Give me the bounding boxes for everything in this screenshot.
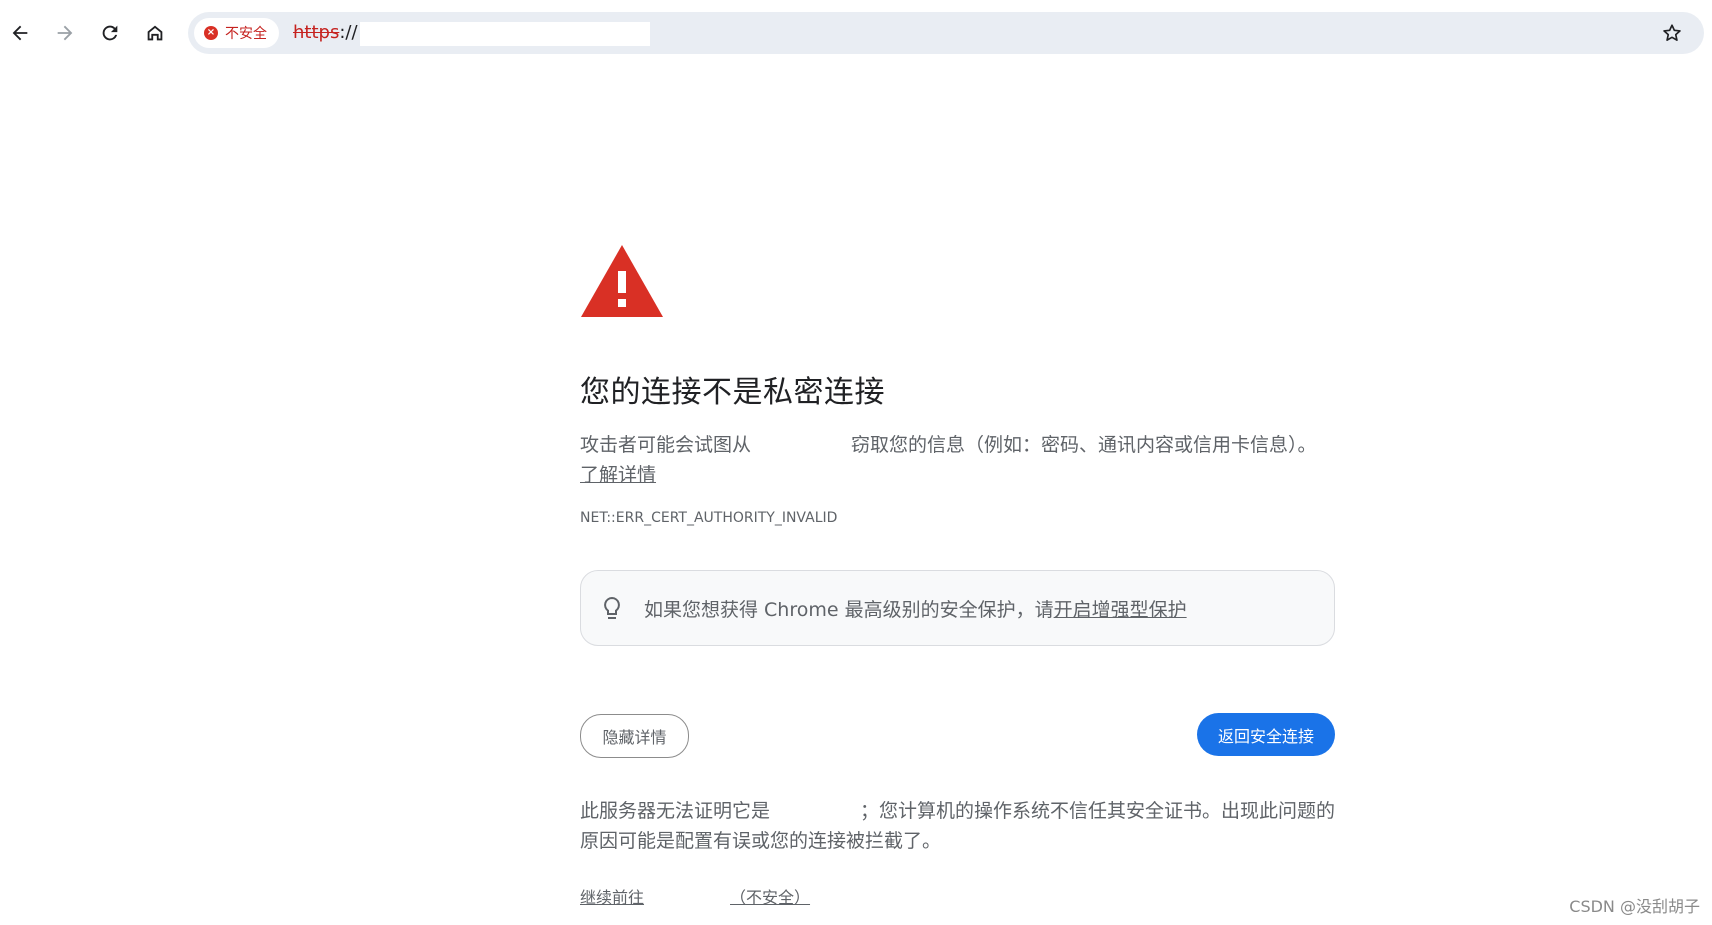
url-text[interactable]: https:// <box>293 22 358 43</box>
back-arrow-icon <box>12 25 28 41</box>
proceed-unsafe-link[interactable]: 继续前往 （不安全） <box>580 884 810 908</box>
forward-arrow-icon <box>57 25 73 41</box>
details-text: 此服务器无法证明它是 ；您计算机的操作系统不信任其安全证书。出现此问题的原因可能是… <box>580 796 1340 856</box>
watermark: CSDN @没刮胡子 <box>1569 897 1700 916</box>
url-scheme: https <box>293 22 340 43</box>
details-text-before: 此服务器无法证明它是 <box>580 800 771 822</box>
tip-text: 如果您想获得 Chrome 最高级别的安全保护，请开启增强型保护 <box>644 595 1187 622</box>
enable-enhanced-protection-link[interactable]: 开启增强型保护 <box>1054 599 1187 621</box>
reload-icon <box>102 25 118 41</box>
proceed-after: （不安全） <box>730 888 811 907</box>
back-to-safety-button[interactable]: 返回安全连接 <box>1197 713 1335 756</box>
address-bar[interactable]: × 不安全 https:// <box>188 12 1704 54</box>
forward-button[interactable] <box>47 15 83 51</box>
attack-warning-after: 窃取您的信息（例如：密码、通讯内容或信用卡信息）。 <box>851 434 1317 456</box>
home-icon <box>147 25 163 41</box>
reload-button[interactable] <box>92 15 128 51</box>
hide-details-button[interactable]: 隐藏详情 <box>580 714 689 758</box>
tip-text-main: 如果您想获得 Chrome 最高级别的安全保护，请 <box>644 599 1054 621</box>
attack-warning-before: 攻击者可能会试图从 <box>580 434 752 456</box>
enhanced-protection-tip: 如果您想获得 Chrome 最高级别的安全保护，请开启增强型保护 <box>580 570 1335 646</box>
error-code: NET::ERR_CERT_AUTHORITY_INVALID <box>580 510 838 526</box>
star-icon <box>1663 24 1681 41</box>
redacted-host <box>360 22 650 46</box>
browser-toolbar: × 不安全 https:// <box>0 0 1712 64</box>
lightbulb-icon <box>604 596 620 619</box>
back-button[interactable] <box>2 15 38 51</box>
learn-more-link[interactable]: 了解详情 <box>580 460 656 490</box>
security-chip-label: 不安全 <box>225 26 267 42</box>
url-separator: :// <box>339 22 358 43</box>
security-chip[interactable]: × 不安全 <box>194 18 279 48</box>
page-title: 您的连接不是私密连接 <box>580 375 885 410</box>
warning-triangle-icon <box>581 245 663 317</box>
proceed-before: 继续前往 <box>580 888 645 907</box>
error-circle-icon: × <box>204 26 218 40</box>
bookmark-button[interactable] <box>1658 19 1686 47</box>
home-button[interactable] <box>137 15 173 51</box>
attack-warning-text: 攻击者可能会试图从 窃取您的信息（例如：密码、通讯内容或信用卡信息）。 <box>580 430 1340 460</box>
